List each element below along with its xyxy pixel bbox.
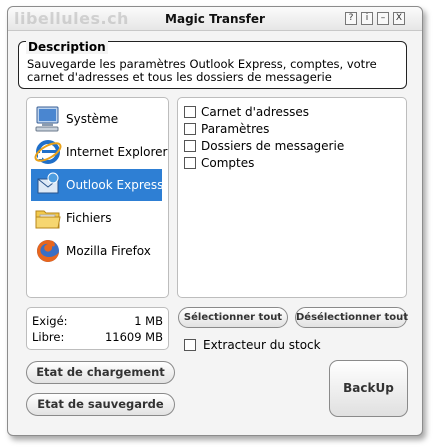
window-title: Magic Transfer bbox=[165, 12, 265, 26]
source-item-internet-explorer[interactable]: Internet Explorer bbox=[31, 136, 167, 168]
firefox-icon bbox=[37, 240, 59, 262]
save-state-button[interactable]: Etat de sauvegarde bbox=[26, 393, 175, 416]
free-label: Libre: bbox=[32, 330, 65, 344]
outlook-express-icon bbox=[37, 172, 59, 194]
info-button[interactable]: i bbox=[361, 12, 373, 25]
size-info: Exigé: 1 MB Libre: 11609 MB bbox=[26, 307, 169, 350]
free-size-row: Libre: 11609 MB bbox=[32, 330, 163, 345]
source-item-mozilla-firefox[interactable]: Mozilla Firefox bbox=[31, 235, 162, 267]
checkbox[interactable] bbox=[184, 123, 196, 135]
checkbox[interactable] bbox=[184, 339, 196, 351]
option-label: Comptes bbox=[201, 156, 255, 170]
source-label: Mozilla Firefox bbox=[66, 244, 151, 258]
checkbox[interactable] bbox=[184, 106, 196, 118]
free-value: 11609 MB bbox=[104, 330, 163, 344]
source-list: Système Internet Explorer Outlook Expres… bbox=[26, 97, 169, 298]
close-button[interactable]: X bbox=[393, 12, 405, 25]
required-size-row: Exigé: 1 MB bbox=[32, 314, 163, 329]
option-label: Paramètres bbox=[201, 122, 270, 136]
deselect-all-button[interactable]: Désélectionner tout bbox=[295, 307, 408, 328]
source-label: Outlook Express bbox=[66, 178, 164, 192]
stock-extractor-label: Extracteur du stock bbox=[203, 338, 321, 352]
source-label: Système bbox=[66, 112, 119, 126]
description-title: Description bbox=[26, 40, 108, 54]
title-bar[interactable]: libellules.ch Magic Transfer ? i – X bbox=[8, 7, 422, 31]
minimize-button[interactable]: – bbox=[377, 12, 389, 25]
backup-button[interactable]: BackUp bbox=[329, 360, 408, 417]
description-text: Sauvegarde les paramètres Outlook Expres… bbox=[27, 57, 377, 84]
source-label: Fichiers bbox=[66, 211, 112, 225]
help-button[interactable]: ? bbox=[345, 12, 357, 25]
computer-icon bbox=[35, 106, 59, 132]
checkbox[interactable] bbox=[184, 140, 196, 152]
options-list: Carnet d'adresses Paramètres Dossiers de… bbox=[177, 97, 407, 298]
load-state-button[interactable]: Etat de chargement bbox=[26, 361, 175, 384]
stock-extractor-option[interactable]: Extracteur du stock bbox=[184, 337, 384, 353]
checkbox[interactable] bbox=[184, 157, 196, 169]
source-item-outlook-express[interactable]: Outlook Express bbox=[31, 169, 164, 201]
required-value: 1 MB bbox=[134, 314, 163, 328]
source-label: Internet Explorer bbox=[66, 145, 168, 159]
option-label: Carnet d'adresses bbox=[201, 105, 310, 119]
folder-icon bbox=[35, 210, 61, 229]
required-label: Exigé: bbox=[32, 314, 68, 328]
internet-explorer-icon bbox=[34, 140, 62, 164]
source-item-fichiers[interactable]: Fichiers bbox=[31, 202, 162, 234]
source-item-systeme[interactable]: Système bbox=[31, 103, 162, 135]
select-all-button[interactable]: Sélectionner tout bbox=[178, 307, 288, 328]
option-label: Dossiers de messagerie bbox=[201, 139, 345, 153]
description-box: Description Sauvegarde les paramètres Ou… bbox=[18, 40, 407, 89]
